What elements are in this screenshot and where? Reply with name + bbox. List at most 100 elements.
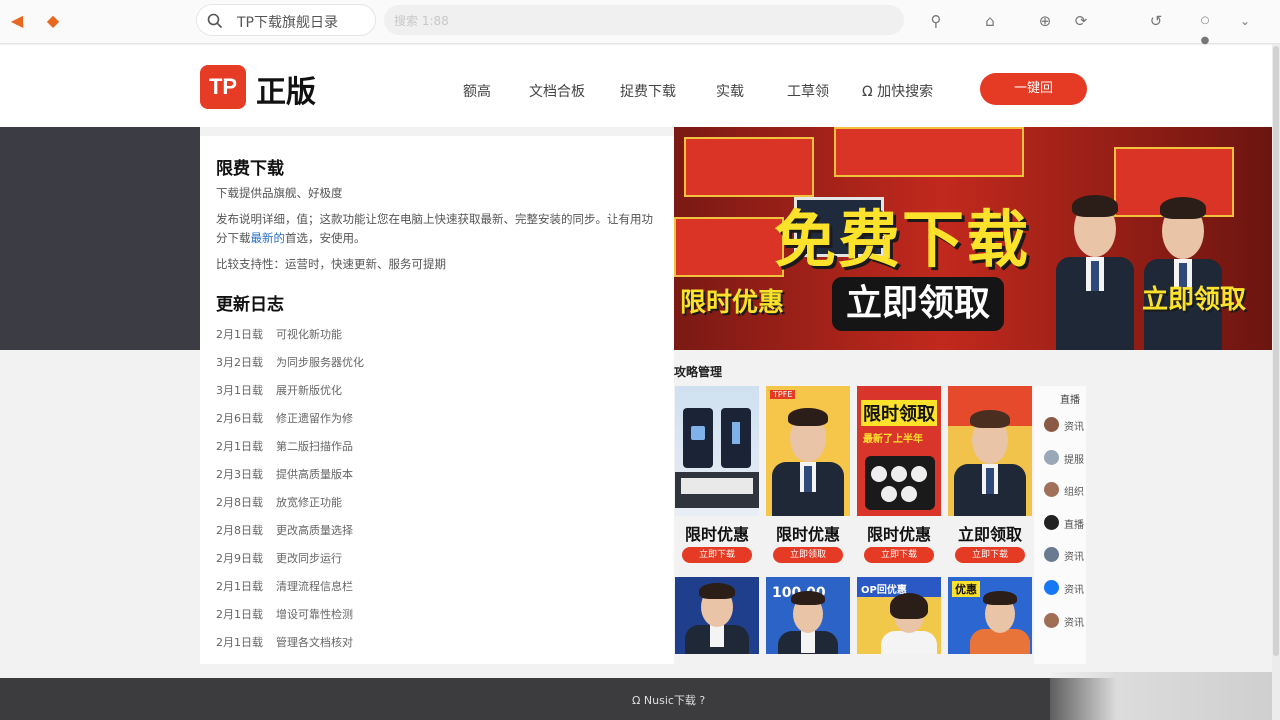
download-heading: 限费下载 <box>216 159 284 179</box>
guide-card-4-label: 立即领取 <box>957 525 1022 544</box>
hero-left-background <box>0 127 200 350</box>
guide-card-5-image[interactable] <box>675 577 759 654</box>
side-list-item-label: 组织 <box>1064 487 1084 499</box>
banner-right-tag: 立即领取 <box>1142 285 1247 315</box>
search-placeholder: TP下载旗舰日录 <box>237 15 338 31</box>
changelog-date: 2月9日载 <box>216 552 263 565</box>
share-icon[interactable]: ⟳ <box>1071 11 1091 31</box>
card-subtitle: 最新了上半年 <box>863 434 923 445</box>
changelog-row[interactable]: 2月1日载 可视化新功能 <box>216 326 342 342</box>
guide-card-2-image[interactable]: TPFE <box>766 386 850 516</box>
changelog-date: 3月2日载 <box>216 356 263 369</box>
side-list-item[interactable]: 提服 <box>1042 449 1086 467</box>
changelog-text: 更改高质量选择 <box>276 524 353 537</box>
avatar <box>1044 580 1059 595</box>
banner-left-tag: 限时优惠 <box>680 288 785 318</box>
avatar <box>1044 612 1059 628</box>
banner-subtitle: 立即领取 <box>832 277 1005 331</box>
download-link[interactable]: 最新的 <box>251 231 286 245</box>
changelog-date: 2月8日载 <box>216 524 263 537</box>
site-search-box[interactable]: TP下载旗舰日录 <box>196 4 376 36</box>
search-icon[interactable]: ⚲ <box>926 11 946 31</box>
guide-card-3-button[interactable]: 立即下载 <box>864 547 934 563</box>
history-icon[interactable]: ↺ <box>1146 11 1166 31</box>
changelog-text: 增设可靠性检测 <box>276 608 353 621</box>
search-icon <box>207 13 223 29</box>
side-list-item[interactable]: 组织 <box>1042 481 1086 499</box>
changelog-text: 可视化新功能 <box>276 328 342 341</box>
guide-card-6-image[interactable]: 100 00 <box>766 577 850 654</box>
logo-icon[interactable]: TP <box>200 65 246 109</box>
guide-card-3-label: 限时优惠 <box>866 525 931 544</box>
changelog-date: 2月8日载 <box>216 496 263 509</box>
nav-item-3[interactable]: 捉费下载 <box>620 81 676 101</box>
back-icon[interactable]: ◀ <box>6 10 28 32</box>
nav-item-4[interactable]: 实载 <box>716 81 744 101</box>
changelog-row[interactable]: 2月9日载 更改同步运行 <box>216 550 342 566</box>
card-tag: TPFE <box>770 390 796 399</box>
changelog-date: 2月3日载 <box>216 468 263 481</box>
site-header: TP 正版 额高 文档合板 捉费下载 实载 工草领 Ω 加快搜索 一键回 <box>0 45 1272 127</box>
changelog-row[interactable]: 2月1日载 第二版扫描作品 <box>216 438 353 454</box>
changelog-row[interactable]: 3月2日载 为同步服务器优化 <box>216 354 364 370</box>
download-desc-3: 比较支持性：运营时，快速更新、服务可提期 <box>216 257 446 271</box>
side-list-title: 直播 <box>1060 395 1080 406</box>
nav-item-2[interactable]: 文档合板 <box>529 81 585 101</box>
changelog-row[interactable]: 2月1日载 管理各文档核对 <box>216 634 353 650</box>
nav-item-1[interactable]: 额高 <box>463 81 491 101</box>
side-list-item[interactable]: 资讯 <box>1042 546 1086 564</box>
footer-text[interactable]: Ω Nusic下载 ? <box>632 692 705 708</box>
banner-headline: 免费下载 <box>774 203 1031 276</box>
guide-card-2-button[interactable]: 立即领取 <box>773 547 843 563</box>
changelog-text: 放宽修正功能 <box>276 496 342 509</box>
guide-card-4-button[interactable]: 立即下载 <box>955 547 1025 563</box>
guide-card-4-image[interactable] <box>948 386 1032 516</box>
changelog-text: 提供高质量版本 <box>276 468 353 481</box>
address-bar[interactable]: 搜索 1:88 <box>384 5 904 35</box>
avatar <box>1044 482 1059 498</box>
changelog-row[interactable]: 2月8日载 更改高质量选择 <box>216 522 353 538</box>
nav-item-search[interactable]: Ω 加快搜索 <box>862 81 933 101</box>
changelog-text: 修正遗留作为修 <box>276 412 353 425</box>
side-list-item[interactable]: 资讯 <box>1042 416 1086 434</box>
banner-sign <box>834 127 1024 177</box>
login-button[interactable]: 一键回 <box>980 73 1087 105</box>
hero-banner[interactable]: 免费下载 立即领取 限时优惠 立即领取 <box>674 127 1272 350</box>
logo-text[interactable]: 正版 <box>256 67 316 111</box>
side-list-item-label: 资讯 <box>1064 617 1084 629</box>
side-list-item-label: 资讯 <box>1064 422 1084 433</box>
guide-card-1-label: 限时优惠 <box>684 525 749 544</box>
banner-sign <box>674 217 784 277</box>
banner-sign <box>684 137 814 197</box>
nav-item-5[interactable]: 工草领 <box>787 81 829 101</box>
guide-card-1-button[interactable]: 立即下载 <box>682 547 752 563</box>
guide-card-3-image[interactable]: 限时领取 最新了上半年 <box>857 386 941 516</box>
menu-dots-icon[interactable]: ○ ● <box>1195 11 1215 46</box>
forward-icon[interactable]: ◆ <box>42 10 64 32</box>
download-desc-2: 发布说明详细，值；这款功能让您在电脑上快速获取最新、完整安装的同步。让有用功分下… <box>216 212 653 245</box>
changelog-row[interactable]: 2月1日载 增设可靠性检测 <box>216 606 353 622</box>
changelog-date: 2月6日载 <box>216 412 263 425</box>
changelog-row[interactable]: 2月1日载 清理流程信息栏 <box>216 578 353 594</box>
side-list-item[interactable]: 资讯 <box>1042 579 1086 597</box>
side-list-item[interactable]: 资讯 <box>1042 612 1086 630</box>
avatar <box>1044 514 1059 530</box>
guide-card-1-image[interactable] <box>675 386 759 516</box>
changelog-date: 2月1日载 <box>216 328 263 341</box>
changelog-row[interactable]: 2月3日载 提供高质量版本 <box>216 466 353 482</box>
changelog-row[interactable]: 2月6日载 修正遗留作为修 <box>216 410 353 426</box>
changelog-row[interactable]: 2月8日载 放宽修正功能 <box>216 494 342 510</box>
card-tag: 优惠 <box>952 581 980 597</box>
scrollbar-thumb[interactable] <box>1273 46 1279 656</box>
guide-card-8-image[interactable]: 优惠 <box>948 577 1032 654</box>
avatar <box>1044 547 1059 563</box>
changelog-text: 清理流程信息栏 <box>276 580 353 593</box>
guide-card-7-image[interactable]: OP回优惠 <box>857 577 941 654</box>
changelog-row[interactable]: 3月1日载 展开新版优化 <box>216 382 342 398</box>
plus-circle-icon[interactable]: ⊕ <box>1035 11 1055 31</box>
side-list-item[interactable]: 直播 <box>1042 514 1086 532</box>
avatar <box>1044 449 1059 465</box>
changelog-date: 2月1日载 <box>216 440 263 453</box>
chevron-down-icon[interactable]: ⌄ <box>1235 11 1255 31</box>
extension-icon[interactable]: ⌂ <box>980 11 1000 31</box>
